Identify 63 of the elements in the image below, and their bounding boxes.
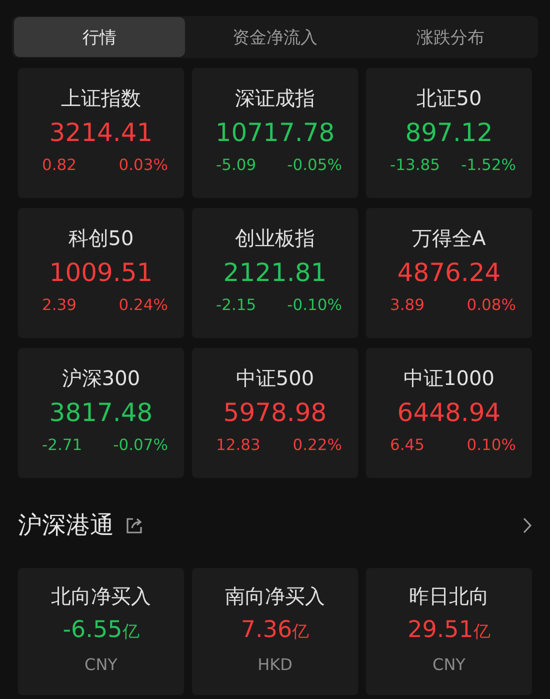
flow-name: 南向净买入 bbox=[225, 583, 325, 610]
index-name: 北证50 bbox=[416, 85, 482, 112]
index-name: 深证成指 bbox=[235, 85, 315, 112]
index-value: 2121.81 bbox=[223, 257, 327, 289]
index-card[interactable]: 北证50 897.12 -13.85 -1.52% bbox=[366, 68, 532, 198]
section-title: 沪深港通 bbox=[18, 510, 114, 541]
index-percent: -0.10% bbox=[287, 295, 342, 316]
index-change: -2.71 bbox=[42, 435, 82, 456]
index-name: 中证500 bbox=[236, 365, 314, 392]
index-change: -13.85 bbox=[390, 155, 440, 176]
flow-value: 29.51亿 bbox=[408, 616, 490, 645]
index-change: -5.09 bbox=[216, 155, 256, 176]
index-percent: -0.07% bbox=[113, 435, 168, 456]
index-value: 3214.41 bbox=[49, 117, 153, 149]
flow-name: 北向净买入 bbox=[51, 583, 151, 610]
index-change: 0.82 bbox=[42, 155, 77, 176]
index-value: 5978.98 bbox=[223, 397, 327, 429]
index-card[interactable]: 沪深300 3817.48 -2.71 -0.07% bbox=[18, 348, 184, 478]
index-value: 10717.78 bbox=[215, 117, 335, 149]
flow-name: 昨日北向 bbox=[409, 583, 489, 610]
index-change: 12.83 bbox=[216, 435, 260, 456]
index-percent: 0.08% bbox=[466, 295, 516, 316]
index-card[interactable]: 科创50 1009.51 2.39 0.24% bbox=[18, 208, 184, 338]
index-percent: 0.24% bbox=[118, 295, 168, 316]
index-card[interactable]: 深证成指 10717.78 -5.09 -0.05% bbox=[192, 68, 358, 198]
index-value: 1009.51 bbox=[49, 257, 153, 289]
chevron-right-icon[interactable] bbox=[522, 516, 532, 534]
currency-label: CNY bbox=[432, 654, 466, 676]
index-card[interactable]: 万得全A 4876.24 3.89 0.08% bbox=[366, 208, 532, 338]
flow-card[interactable]: 昨日北向 29.51亿 CNY bbox=[366, 568, 532, 695]
tab[interactable]: 资金净流入 bbox=[189, 17, 361, 57]
index-card[interactable]: 创业板指 2121.81 -2.15 -0.10% bbox=[192, 208, 358, 338]
currency-label: CNY bbox=[84, 654, 118, 676]
index-value: 4876.24 bbox=[397, 257, 501, 289]
index-name: 沪深300 bbox=[62, 365, 140, 392]
index-change: 3.89 bbox=[390, 295, 425, 316]
index-percent: 0.22% bbox=[292, 435, 342, 456]
index-card[interactable]: 中证500 5978.98 12.83 0.22% bbox=[192, 348, 358, 478]
index-percent: -0.05% bbox=[287, 155, 342, 176]
tab[interactable]: 涨跌分布 bbox=[364, 17, 536, 57]
flow-value: -6.55亿 bbox=[62, 616, 140, 645]
index-name: 上证指数 bbox=[61, 85, 141, 112]
flow-card[interactable]: 南向净买入 7.36亿 HKD bbox=[192, 568, 358, 695]
index-change: -2.15 bbox=[216, 295, 256, 316]
index-value: 897.12 bbox=[405, 117, 493, 149]
flow-card[interactable]: 北向净买入 -6.55亿 CNY bbox=[18, 568, 184, 695]
index-card[interactable]: 上证指数 3214.41 0.82 0.03% bbox=[18, 68, 184, 198]
index-card[interactable]: 中证1000 6448.94 6.45 0.10% bbox=[366, 348, 532, 478]
index-value: 3817.48 bbox=[49, 397, 153, 429]
index-name: 万得全A bbox=[412, 225, 486, 252]
index-percent: -1.52% bbox=[461, 155, 516, 176]
index-percent: 0.10% bbox=[466, 435, 516, 456]
index-change: 2.39 bbox=[42, 295, 77, 316]
index-percent: 0.03% bbox=[118, 155, 168, 176]
index-name: 科创50 bbox=[68, 225, 134, 252]
index-name: 创业板指 bbox=[235, 225, 315, 252]
index-name: 中证1000 bbox=[404, 365, 494, 392]
index-value: 6448.94 bbox=[397, 397, 501, 429]
flow-value: 7.36亿 bbox=[240, 616, 310, 645]
share-icon[interactable] bbox=[126, 516, 143, 534]
currency-label: HKD bbox=[258, 654, 292, 676]
index-change: 6.45 bbox=[390, 435, 425, 456]
tab[interactable]: 行情 bbox=[14, 17, 186, 57]
